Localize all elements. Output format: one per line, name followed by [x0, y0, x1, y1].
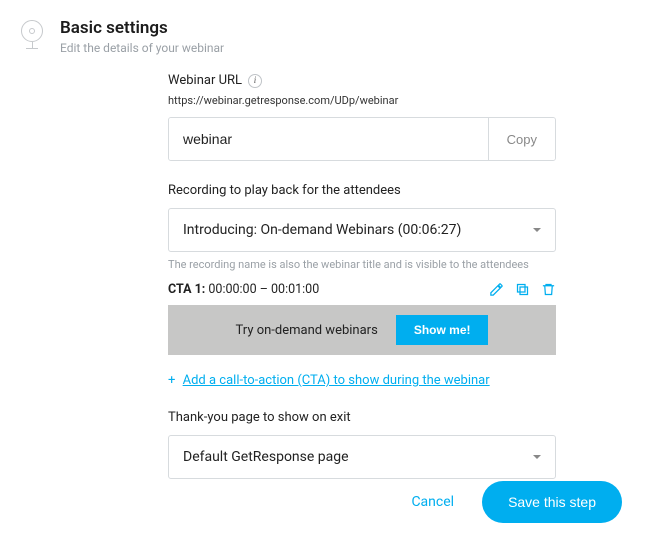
copy-button[interactable]: Copy	[488, 118, 555, 160]
edit-icon[interactable]	[488, 281, 504, 297]
chevron-down-icon	[533, 455, 541, 459]
delete-icon[interactable]	[540, 281, 556, 297]
show-me-button[interactable]: Show me!	[396, 315, 489, 345]
webinar-slug-input[interactable]	[169, 118, 488, 160]
recording-label: Recording to play back for the attendees	[168, 183, 556, 198]
recording-selected-value: Introducing: On-demand Webinars (00:06:2…	[183, 222, 461, 238]
chevron-down-icon	[533, 228, 541, 232]
page-subtitle: Edit the details of your webinar	[60, 41, 224, 55]
recording-hint: The recording name is also the webinar t…	[168, 258, 556, 271]
cta-preview-bar: Try on-demand webinars Show me!	[168, 305, 556, 355]
info-icon[interactable]: i	[248, 74, 262, 88]
cta-bar-text: Try on-demand webinars	[236, 323, 378, 338]
thank-you-select[interactable]: Default GetResponse page	[168, 435, 556, 479]
webinar-url-value: https://webinar.getresponse.com/UDp/webi…	[168, 94, 556, 107]
webinar-url-label: Webinar URL	[168, 73, 242, 88]
thank-you-label: Thank-you page to show on exit	[168, 410, 556, 425]
recording-select[interactable]: Introducing: On-demand Webinars (00:06:2…	[168, 208, 556, 252]
page-title: Basic settings	[60, 18, 224, 38]
cancel-button[interactable]: Cancel	[411, 494, 454, 510]
plus-icon: +	[168, 373, 175, 388]
duplicate-icon[interactable]	[514, 281, 530, 297]
add-cta-link[interactable]: Add a call-to-action (CTA) to show durin…	[183, 373, 490, 388]
cta-time-range: CTA 1: 00:00:00 – 00:01:00	[168, 282, 319, 297]
save-button[interactable]: Save this step	[482, 481, 622, 523]
thank-you-selected-value: Default GetResponse page	[183, 449, 349, 465]
webcam-icon	[18, 20, 46, 54]
